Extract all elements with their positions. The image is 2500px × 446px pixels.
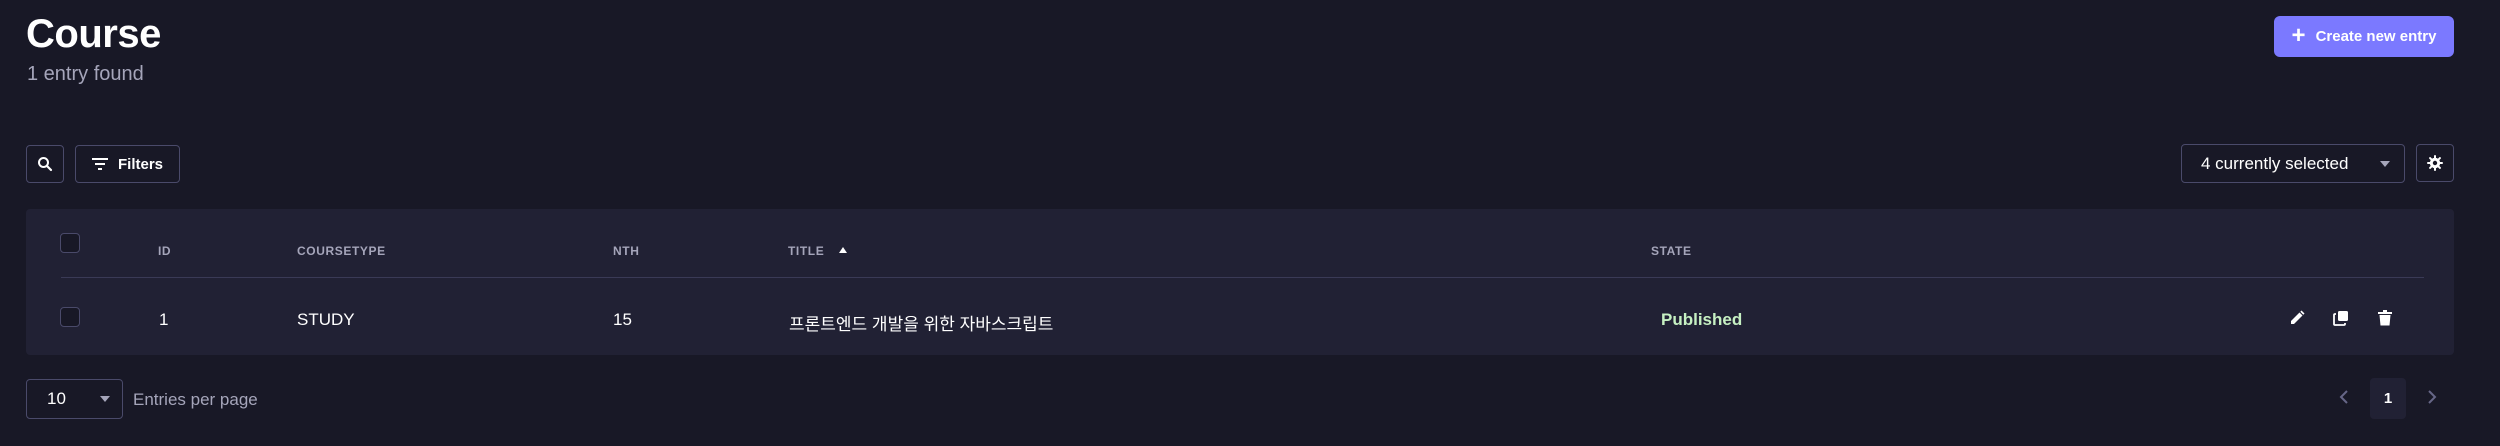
entries-per-page-label: Entries per page xyxy=(133,390,258,409)
entries-table: ID COURSETYPE NTH TITLE STATE 1 STUDY 15… xyxy=(26,209,2454,355)
status-badge: Published xyxy=(1661,310,1743,329)
settings-button[interactable] xyxy=(2416,144,2454,182)
entry-count: 1 entry found xyxy=(27,63,144,85)
column-header-coursetype[interactable]: COURSETYPE xyxy=(297,244,386,258)
page-button-current[interactable]: 1 xyxy=(2370,378,2406,419)
next-page-button[interactable] xyxy=(2420,385,2444,409)
pencil-icon xyxy=(2291,310,2305,324)
filters-button[interactable]: Filters xyxy=(75,145,180,183)
create-new-entry-label: Create new entry xyxy=(2315,28,2437,45)
duplicate-button[interactable] xyxy=(2328,305,2354,331)
gear-icon xyxy=(2427,155,2443,171)
entries-per-page-select[interactable]: 10 xyxy=(26,379,123,419)
cell-coursetype: STUDY xyxy=(297,310,355,329)
duplicate-icon xyxy=(2333,311,2348,326)
cell-nth: 15 xyxy=(613,310,632,329)
chevron-down-icon xyxy=(100,396,110,402)
select-all-checkbox[interactable] xyxy=(60,233,80,253)
cell-id: 1 xyxy=(159,310,169,329)
entries-per-page-value: 10 xyxy=(47,389,66,408)
cell-title: 프론트엔드 개발을 위한 자바스크립트 xyxy=(789,315,1054,334)
delete-button[interactable] xyxy=(2372,305,2398,331)
previous-page-button[interactable] xyxy=(2332,385,2356,409)
row-checkbox[interactable] xyxy=(60,307,80,327)
column-header-title-label: TITLE xyxy=(788,244,825,258)
search-button[interactable] xyxy=(26,145,64,183)
trash-icon xyxy=(2378,310,2392,326)
sort-ascending-icon xyxy=(839,247,848,253)
column-header-nth[interactable]: NTH xyxy=(613,244,639,258)
create-new-entry-button[interactable]: + Create new entry xyxy=(2274,16,2454,57)
chevron-left-icon xyxy=(2339,390,2348,404)
chevron-down-icon xyxy=(2380,160,2390,167)
columns-select[interactable]: 4 currently selected xyxy=(2181,144,2405,183)
chevron-right-icon xyxy=(2428,390,2437,404)
page-title: Course xyxy=(26,12,161,56)
column-header-state[interactable]: STATE xyxy=(1651,244,1692,258)
edit-button[interactable] xyxy=(2284,305,2310,331)
filter-icon xyxy=(91,158,108,170)
column-header-id[interactable]: ID xyxy=(158,244,171,258)
header-divider xyxy=(61,277,2424,278)
plus-icon: + xyxy=(2291,21,2306,49)
search-icon xyxy=(38,157,53,172)
column-header-title[interactable]: TITLE xyxy=(788,244,848,258)
filters-label: Filters xyxy=(117,155,163,173)
columns-select-value: 4 currently selected xyxy=(2201,153,2349,173)
